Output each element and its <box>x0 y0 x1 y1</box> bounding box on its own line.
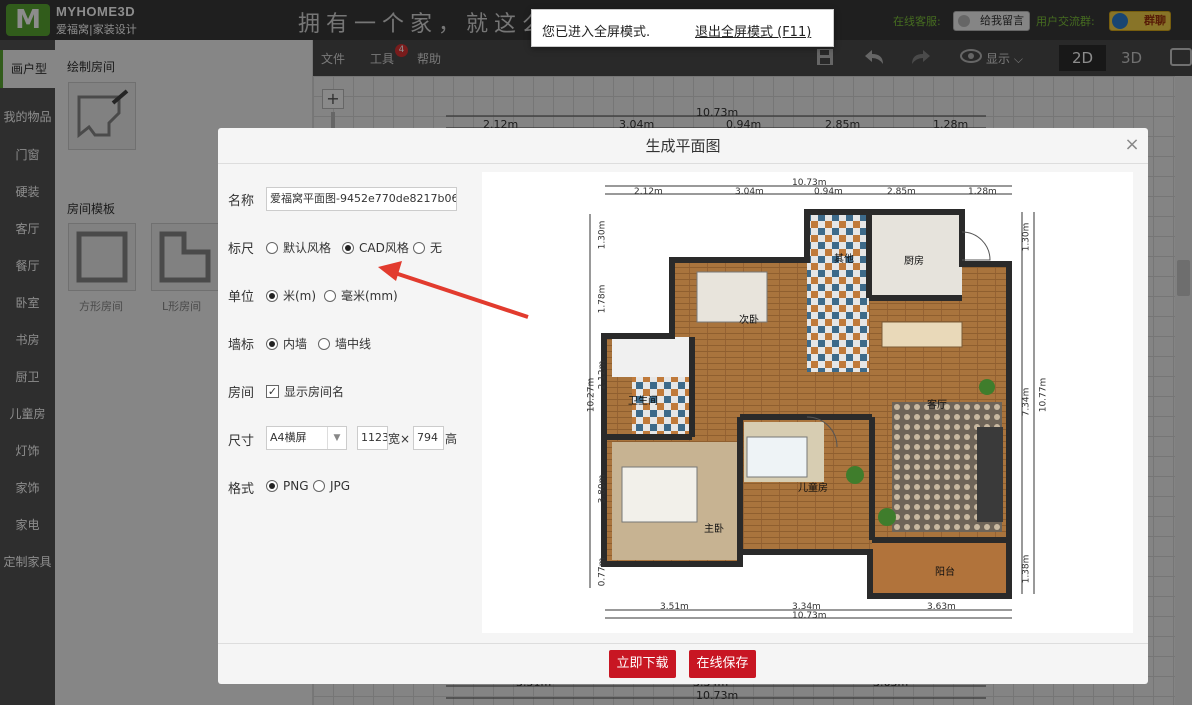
fullscreen-message: 您已进入全屏模式. <box>542 25 651 40</box>
wall-label: 墙标 <box>228 338 255 353</box>
option-label: PNG <box>283 479 309 493</box>
dialog-footer: 立即下载 在线保存 <box>218 643 1148 684</box>
radio-button <box>413 241 425 254</box>
height-input[interactable]: 794 <box>413 426 444 450</box>
name-label: 名称 <box>228 194 255 209</box>
checkbox-checked: ✓ <box>266 385 279 398</box>
width-unit-label: 宽 <box>388 432 401 446</box>
room-label-master-bedroom: 主卧 <box>704 524 724 535</box>
plan-dimension-label: 1.30m <box>597 220 608 250</box>
room-label-bathroom: 卫生间 <box>628 396 658 407</box>
size-select-value: A4横屏 <box>270 431 307 444</box>
room-label-other: 其他 <box>834 254 854 265</box>
format-label: 格式 <box>228 482 255 497</box>
show-room-name-checkbox[interactable]: ✓ 显示房间名 <box>266 383 344 400</box>
plan-dimension-label: 1.30m <box>1021 222 1032 252</box>
plan-dimension-label: 1.78m <box>597 284 608 314</box>
radio-button-selected <box>342 241 354 254</box>
option-label: CAD风格 <box>359 241 409 255</box>
option-label: 显示房间名 <box>284 385 345 399</box>
annotation-arrow-icon <box>378 261 529 319</box>
format-option-png[interactable]: PNG <box>266 479 309 493</box>
plan-dimension-label: 1.28m <box>968 187 997 197</box>
unit-label: 单位 <box>228 290 255 305</box>
floorplan-preview: 10.73m 2.12m 3.04m 0.94m 2.85m 1.28m 3.5… <box>482 172 1133 633</box>
size-label: 尺寸 <box>228 434 255 449</box>
ruler-option-none[interactable]: 无 <box>413 239 442 256</box>
plan-dimension-label: 10.27m <box>586 377 597 413</box>
unit-option-meter[interactable]: 米(m) <box>266 287 316 304</box>
plan-dimension-label: 1.38m <box>1021 554 1032 584</box>
dialog-title: 生成平面图 <box>218 128 1148 164</box>
radio-button-selected <box>266 337 278 350</box>
plan-dimension-label: 3.51m <box>660 602 689 612</box>
room-label-kids-room: 儿童房 <box>798 483 828 494</box>
ruler-option-default[interactable]: 默认风格 <box>266 239 331 256</box>
room-label-living-room: 客厅 <box>927 400 947 411</box>
plan-dimension-label: 0.77m <box>597 557 608 587</box>
option-label: 米(m) <box>283 289 317 303</box>
width-unit: 宽 × <box>388 430 410 447</box>
plan-dimension-label: 2.12m <box>634 187 663 197</box>
exit-fullscreen-link[interactable]: 退出全屏模式 (F11) <box>695 21 811 40</box>
plan-dimension-label: 3.80m <box>597 474 608 504</box>
ruler-option-cad[interactable]: CAD风格 <box>342 239 409 256</box>
plan-dimension-label: 0.94m <box>814 187 843 197</box>
radio-button-selected <box>266 289 278 302</box>
option-label: 内墙 <box>283 337 308 351</box>
width-input[interactable]: 1123 <box>357 426 388 450</box>
plan-dimension-label: 10.73m <box>792 611 827 621</box>
floorplan-image <box>589 185 1035 619</box>
download-button[interactable]: 立即下载 <box>609 650 676 678</box>
room-label-balcony: 阳台 <box>935 567 955 578</box>
radio-button <box>266 241 278 254</box>
option-label: 无 <box>430 241 443 255</box>
radio-button-selected <box>266 480 278 492</box>
room-label-kitchen: 厨房 <box>904 256 924 267</box>
plan-dimension-label: 2.85m <box>887 187 916 197</box>
wall-option-inner[interactable]: 内墙 <box>266 335 307 352</box>
generate-floorplan-dialog: 生成平面图 × 名称 爱福窝平面图-9452e770de8217b061 标尺 … <box>218 128 1148 684</box>
format-option-jpg[interactable]: JPG <box>313 479 350 493</box>
radio-button <box>324 289 336 302</box>
height-unit: 高 <box>445 432 458 446</box>
plan-dimension-label: 7.34m <box>1021 387 1032 417</box>
save-online-button[interactable]: 在线保存 <box>689 650 756 678</box>
close-icon[interactable]: × <box>1123 136 1141 154</box>
radio-button <box>313 480 325 492</box>
radio-button <box>318 337 330 350</box>
name-input[interactable]: 爱福窝平面图-9452e770de8217b061 <box>266 187 457 211</box>
fullscreen-notice: 您已进入全屏模式. 退出全屏模式 (F11) <box>531 9 834 47</box>
size-select[interactable]: A4横屏 ▼ <box>266 426 347 450</box>
option-label: JPG <box>330 479 351 493</box>
plan-dimension-label: 10.77m <box>1038 377 1049 413</box>
room-label-second-bedroom: 次卧 <box>739 315 759 326</box>
wall-option-centerline[interactable]: 墙中线 <box>318 335 371 352</box>
room-label: 房间 <box>228 386 255 401</box>
chevron-down-icon: ▼ <box>327 427 346 449</box>
ruler-label: 标尺 <box>228 242 255 257</box>
plan-dimension-label: 3.63m <box>927 602 956 612</box>
option-label: 墙中线 <box>335 337 372 351</box>
times-symbol: × <box>400 431 411 446</box>
plan-dimension-label: 3.04m <box>735 187 764 197</box>
option-label: 默认风格 <box>283 241 332 255</box>
plan-dimension-label: 2.12m <box>597 360 608 390</box>
